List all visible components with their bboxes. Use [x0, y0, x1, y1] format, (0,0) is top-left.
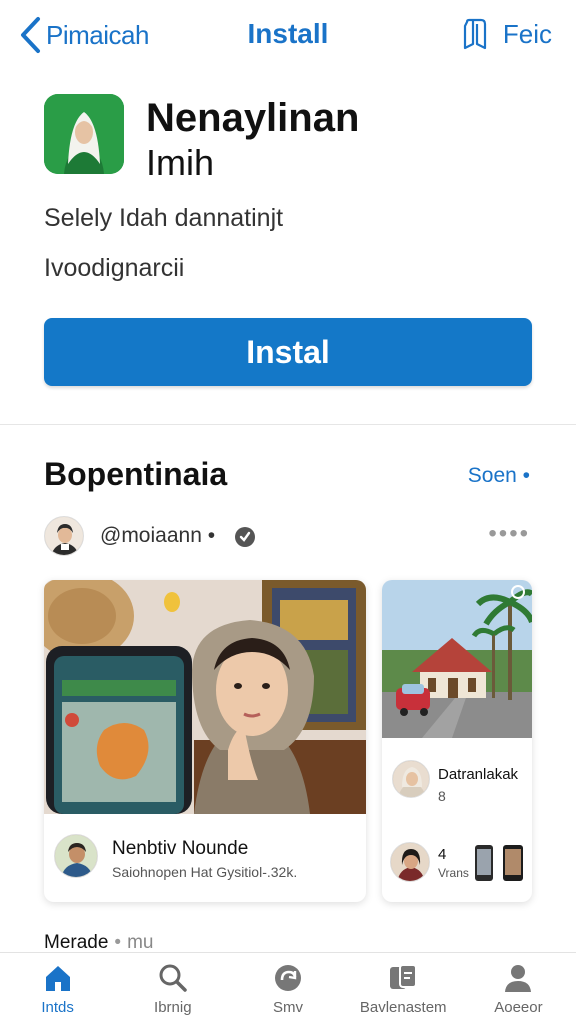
profile-icon: [505, 965, 532, 992]
back-button-label: Pimaicah: [46, 19, 149, 50]
phone-thumbnail-icon: [503, 845, 523, 881]
author-row: @moiaann • ••••: [44, 516, 532, 556]
card-title: Nenbtiv Nounde: [112, 838, 249, 859]
content-card[interactable]: Datranlakak 8 4 Vrans: [382, 580, 532, 902]
top-navigation-bar: Pimaicah Install Feic: [0, 0, 576, 72]
card-meta: 8: [438, 788, 446, 804]
tab-home[interactable]: Intds: [0, 953, 115, 1024]
app-icon: [44, 94, 124, 174]
avatar-figure: [45, 517, 83, 555]
card-secondary-avatar: [390, 842, 430, 882]
card-author-avatar: [54, 834, 98, 878]
chevron-left-icon: [21, 17, 40, 53]
refresh-icon: [275, 965, 301, 991]
home-icon: [45, 966, 70, 991]
card-image-illustration: [44, 580, 366, 814]
avatar-figure: [55, 835, 97, 877]
avatar-figure: [391, 843, 429, 881]
content-card[interactable]: Nenbtiv Nounde Saiohnopen Hat Gysitiol-.…: [44, 580, 366, 902]
app-icon-figure: [44, 94, 124, 174]
bookmark-icon: [463, 18, 486, 50]
library-icon: [390, 964, 418, 989]
install-button[interactable]: Instal: [44, 318, 532, 386]
verified-icon: [235, 527, 255, 547]
card-image-illustration: [382, 580, 532, 738]
card-footer: Nenbtiv Nounde Saiohnopen Hat Gysitiol-.…: [44, 814, 366, 902]
card-author-avatar: [392, 760, 430, 798]
search-icon: [159, 964, 187, 992]
section-divider: [0, 424, 576, 425]
back-button[interactable]: Pimaicah: [18, 16, 149, 54]
top-right-action[interactable]: Feic: [461, 18, 552, 50]
bottom-tab-bar: Intds Ibrnig Smv Bavlenastem Aoeeor: [0, 952, 576, 1024]
next-section-peek: Merade • mu: [44, 932, 154, 953]
tab-library[interactable]: Bavlenastem: [346, 953, 461, 1024]
app-name: Nenaylinan: [146, 96, 360, 140]
card-image: [382, 580, 532, 738]
card-image: [44, 580, 366, 814]
section-title: Bopentinaia: [44, 456, 228, 492]
see-all-link[interactable]: Soen •: [468, 464, 530, 488]
author-handle[interactable]: @moiaann •: [100, 524, 215, 548]
top-right-label: Feic: [502, 18, 552, 49]
avatar-figure: [393, 761, 429, 797]
phone-thumbnail-icon: [475, 845, 493, 881]
app-description: Selely Idah dannatinjt: [44, 204, 284, 232]
app-subtitle: Imih: [146, 142, 215, 183]
card-title: Datranlakak: [438, 766, 519, 783]
tab-search[interactable]: Ibrnig: [115, 953, 230, 1024]
card-secondary-title: 4: [438, 846, 447, 863]
app-category: Ivoodignarcii: [44, 254, 185, 282]
more-options-button[interactable]: ••••: [488, 520, 530, 548]
author-avatar[interactable]: [44, 516, 84, 556]
tab-profile[interactable]: Aoeeor: [461, 953, 576, 1024]
tab-refresh[interactable]: Smv: [230, 953, 345, 1024]
card-meta: Saiohnopen Hat Gysitiol-.32k.: [112, 864, 298, 880]
card-secondary-meta: Vrans: [438, 866, 469, 880]
app-header: Nenaylinan Imih: [44, 94, 544, 184]
